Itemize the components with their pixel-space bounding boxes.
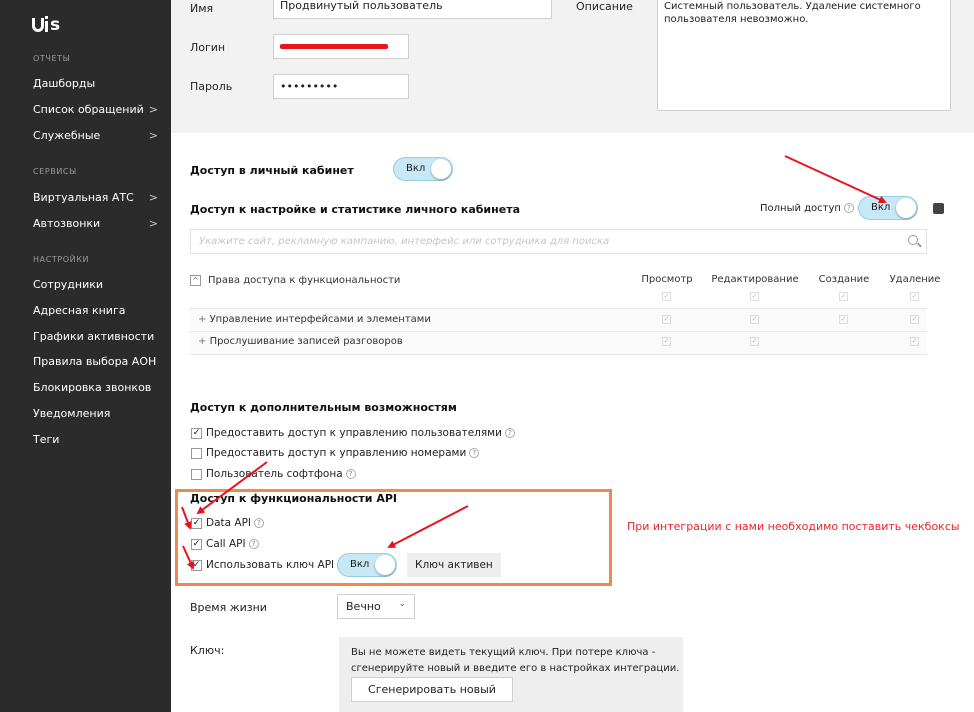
manage-numbers-label: Предоставить доступ к управлению номерам… — [206, 447, 480, 459]
column-view: Просмотр — [641, 274, 693, 285]
sidebar-section-services: СЕРВИСЫ — [33, 167, 77, 176]
sidebar-item-service[interactable]: Служебные > — [33, 129, 158, 142]
tick-icon[interactable]: ✓ — [750, 337, 759, 346]
sidebar: s ОТЧЕТЫ Дашборды Список обращений > Служ… — [0, 0, 171, 712]
sidebar-item-requests[interactable]: Список обращений > — [33, 103, 158, 116]
key-info-panel: Вы не можете видеть текущий ключ. При по… — [339, 637, 683, 712]
column-delete: Удаление — [889, 274, 941, 285]
question-icon[interactable]: ? — [843, 203, 854, 213]
column-edit: Редактирование — [711, 274, 799, 285]
question-icon[interactable]: ? — [248, 539, 259, 549]
full-access-toggle[interactable]: Вкл — [858, 196, 918, 220]
search-icon[interactable] — [908, 235, 918, 245]
collapse-all-icon[interactable]: ^ — [190, 275, 201, 286]
permissions-header: Права доступа к функциональности — [208, 275, 401, 286]
sidebar-item-employees[interactable]: Сотрудники — [33, 278, 158, 291]
sidebar-item-address-book[interactable]: Адресная книга — [33, 304, 158, 317]
question-icon[interactable]: ? — [254, 518, 265, 528]
toggle-label: Вкл — [350, 559, 370, 570]
full-access-label: Полный доступ? — [760, 203, 854, 214]
use-api-key-label: Использовать ключ API — [206, 559, 335, 571]
password-label: Пароль — [190, 80, 233, 93]
cabinet-access-title: Доступ в личный кабинет — [190, 164, 354, 177]
copy-icon[interactable] — [930, 203, 944, 217]
sidebar-item-virtual-pbx[interactable]: Виртуальная АТС > — [33, 191, 158, 204]
uis-logo[interactable]: s — [32, 12, 62, 36]
search-placeholder: Укажите сайт, рекламную кампанию, интерф… — [199, 236, 610, 247]
call-api-checkbox[interactable]: ✓ — [191, 539, 202, 550]
sidebar-item-call-blocking[interactable]: Блокировка звонков — [33, 381, 158, 394]
api-key-toggle[interactable]: Вкл — [337, 553, 397, 577]
key-status-tooltip: Ключ активен — [407, 553, 501, 577]
tick-icon[interactable]: ✓ — [662, 337, 671, 346]
chevron-right-icon: > — [148, 103, 158, 116]
manage-numbers-checkbox[interactable] — [191, 448, 202, 459]
sidebar-section-settings: НАСТРОЙКИ — [33, 255, 90, 264]
toggle-knob — [896, 198, 916, 218]
toggle-label: Вкл — [406, 163, 426, 174]
api-title: Доступ к функциональности API — [190, 492, 398, 505]
tick-icon[interactable]: ✓ — [910, 337, 919, 346]
tick-icon[interactable]: ✓ — [662, 292, 671, 301]
softphone-user-label: Пользователь софтфона? — [206, 468, 356, 480]
toggle-knob — [431, 159, 451, 179]
main-content: Имя Продвинутый пользователь Логин Парол… — [171, 0, 974, 712]
tick-icon[interactable]: ✓ — [910, 315, 919, 324]
table-row-label: + Прослушивание записей разговоров — [198, 336, 403, 347]
lifetime-value: Вечно — [346, 600, 381, 613]
redacted-mark — [280, 44, 388, 49]
lifetime-label: Время жизни — [190, 601, 267, 614]
search-field[interactable]: Укажите сайт, рекламную кампанию, интерф… — [190, 229, 927, 254]
description-label: Описание — [576, 0, 633, 13]
manage-users-checkbox[interactable]: ✓ — [191, 428, 202, 439]
cabinet-settings-title: Доступ к настройке и статистике личного … — [190, 203, 520, 216]
password-input[interactable]: ••••••••• — [273, 74, 409, 99]
softphone-user-checkbox[interactable] — [191, 469, 202, 480]
tick-icon[interactable]: ✓ — [750, 292, 759, 301]
chevron-right-icon: > — [148, 217, 158, 230]
sidebar-item-dashboards[interactable]: Дашборды — [33, 77, 158, 90]
table-row-label: + Управление интерфейсами и элементами — [198, 314, 431, 325]
login-input[interactable] — [273, 34, 409, 59]
generate-key-button[interactable]: Сгенерировать новый — [351, 677, 513, 702]
chevron-right-icon: > — [148, 191, 158, 204]
question-icon[interactable]: ? — [345, 469, 356, 479]
tick-icon[interactable]: ✓ — [839, 315, 848, 324]
key-info-text: Вы не можете видеть текущий ключ. При по… — [351, 647, 680, 674]
data-api-label: Data API? — [206, 517, 265, 529]
integration-note: При интеграции с нами необходимо постави… — [627, 520, 960, 533]
chevron-right-icon: > — [148, 129, 158, 142]
chevron-down-icon: ⌄ — [398, 599, 406, 609]
sidebar-item-activity-schedules[interactable]: Графики активности — [33, 330, 158, 343]
cabinet-access-toggle[interactable]: Вкл — [393, 157, 453, 181]
lifetime-select[interactable]: Вечно ⌄ — [337, 594, 415, 619]
sidebar-item-autocalls[interactable]: Автозвонки > — [33, 217, 158, 230]
tick-icon[interactable]: ✓ — [910, 292, 919, 301]
extra-features-title: Доступ к дополнительным возможностям — [190, 401, 457, 414]
sidebar-section-reports: ОТЧЕТЫ — [33, 54, 71, 63]
name-label: Имя — [190, 2, 214, 15]
tick-icon[interactable]: ✓ — [662, 315, 671, 324]
description-textarea[interactable]: Системный пользователь. Удаление системн… — [657, 0, 951, 111]
name-input[interactable]: Продвинутый пользователь — [273, 0, 552, 19]
tick-icon[interactable]: ✓ — [750, 315, 759, 324]
row-divider — [190, 354, 927, 355]
call-api-label: Call API? — [206, 538, 259, 550]
toggle-knob — [375, 555, 395, 575]
sidebar-item-notifications[interactable]: Уведомления — [33, 407, 158, 420]
use-api-key-checkbox[interactable]: ✓ — [191, 560, 202, 571]
data-api-checkbox[interactable]: ✓ — [191, 518, 202, 529]
sidebar-item-aon-rules[interactable]: Правила выбора АОН — [33, 355, 158, 368]
question-icon[interactable]: ? — [504, 428, 515, 438]
manage-users-label: Предоставить доступ к управлению пользов… — [206, 427, 515, 439]
toggle-label: Вкл — [871, 202, 891, 213]
key-label: Ключ: — [190, 644, 225, 657]
tick-icon[interactable]: ✓ — [839, 292, 848, 301]
sidebar-item-tags[interactable]: Теги — [33, 433, 158, 446]
question-icon[interactable]: ? — [469, 448, 480, 458]
login-label: Логин — [190, 41, 226, 54]
